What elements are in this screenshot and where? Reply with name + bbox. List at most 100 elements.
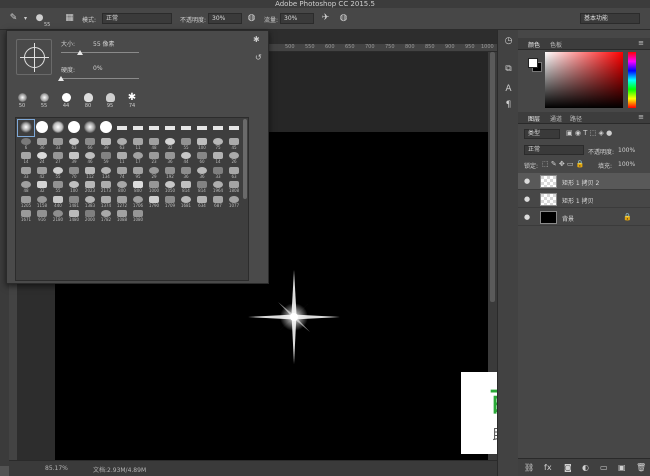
brush-tip-glyph [117, 137, 127, 145]
panel-menu-icon[interactable]: ≡ [638, 39, 644, 47]
brush-tip-glyph [21, 181, 31, 188]
recent-brush[interactable]: 44 [59, 93, 73, 109]
recent-brush[interactable]: 80 [81, 93, 95, 109]
brush-preset[interactable]: 2180 [50, 207, 66, 223]
brush-tip-glyph [181, 137, 191, 145]
recent-brush[interactable]: 95 [103, 93, 117, 109]
history-icon[interactable]: ◷ [503, 36, 514, 47]
tab-swatches[interactable]: 色板 [550, 40, 562, 49]
brush-size-number: 1709 [164, 202, 176, 208]
brush-preset[interactable]: 1709 [162, 193, 178, 209]
layer-row[interactable]: ● 矩形 1 拷贝 [518, 191, 650, 208]
ruler-mark: 600 [325, 44, 335, 50]
tab-channels[interactable]: 通道 [550, 114, 562, 123]
brush-tip-preview[interactable] [16, 39, 52, 75]
new-group-icon[interactable]: ▭ [600, 463, 608, 472]
airbrush-icon[interactable]: ✈ [320, 13, 331, 24]
ruler-mark: 950 [465, 44, 475, 50]
recent-brush[interactable]: 50 [15, 93, 29, 109]
brush-tool-icon[interactable]: ✎ [8, 13, 19, 24]
brush-preset[interactable]: 2000 [82, 207, 98, 223]
blend-mode-select[interactable]: 正常 [524, 145, 584, 155]
brush-tip-glyph [101, 166, 111, 174]
brush-size-number: 1782 [100, 217, 112, 222]
size-slider-knob[interactable] [77, 50, 83, 55]
brush-preset[interactable]: 634 [194, 193, 210, 209]
zoom-level[interactable]: 85.17% [45, 465, 68, 472]
brush-tip-glyph [84, 121, 96, 133]
brush-preset[interactable]: 1077 [226, 193, 242, 209]
brush-preset[interactable]: 687 [210, 193, 226, 209]
color-spectrum[interactable] [545, 52, 623, 108]
recent-brush[interactable]: 55 [37, 93, 51, 109]
visibility-eye-icon[interactable]: ● [524, 213, 530, 221]
layer-name[interactable]: 矩形 1 拷贝 [562, 196, 594, 205]
brush-preset[interactable]: 1088 [114, 207, 130, 223]
chevron-down-icon[interactable]: ▾ [20, 13, 31, 24]
workspace-select[interactable]: 基本功能 [580, 13, 640, 24]
lock-label: 锁定: [524, 163, 539, 170]
layer-row[interactable]: ● 矩形 1 拷贝 2 [518, 173, 650, 190]
adjustment-layer-icon[interactable]: ◐ [582, 463, 589, 472]
layer-name[interactable]: 背景 [562, 214, 574, 223]
brush-preset[interactable]: 1671 [18, 207, 34, 223]
opacity-label: 不透明度: [180, 17, 207, 24]
layer-filter-select[interactable]: 类型 [524, 129, 560, 139]
pressure-opacity-icon[interactable]: ◍ [246, 13, 257, 24]
opacity-input[interactable]: 30% [208, 13, 242, 24]
brush-tip-glyph [213, 152, 223, 159]
brush-preset[interactable]: 916 [34, 207, 50, 223]
brush-tip-glyph [69, 210, 79, 217]
reset-size-icon[interactable]: ↺ [255, 53, 262, 62]
brush-preset[interactable]: 1790 [146, 193, 162, 209]
brush-tip-glyph [37, 195, 47, 203]
visibility-eye-icon[interactable]: ● [524, 195, 530, 203]
hue-slider[interactable] [628, 52, 636, 108]
brush-preset[interactable]: 1782 [98, 207, 114, 223]
properties-icon[interactable]: ⧉ [503, 64, 514, 75]
tab-paths[interactable]: 路径 [570, 114, 582, 123]
hardness-slider-track[interactable] [61, 78, 139, 79]
delete-layer-icon[interactable]: 🗑 [636, 463, 646, 472]
mode-select[interactable]: 正常 [102, 13, 172, 24]
tab-layers[interactable]: 图层 [528, 114, 540, 123]
tab-color[interactable]: 颜色 [528, 40, 540, 49]
layer-name[interactable]: 矩形 1 拷贝 2 [562, 178, 599, 187]
recent-brush[interactable]: ✱ 74 [125, 93, 139, 110]
hardness-slider-knob[interactable] [58, 76, 64, 81]
link-layers-icon[interactable]: ⛓ [524, 463, 534, 472]
lock-icons[interactable]: ⬚ ✎ ✥ ▭ 🔒 [542, 160, 585, 168]
layer-row[interactable]: ● 背景 🔒 [518, 209, 650, 226]
foreground-color-swatch[interactable] [528, 58, 538, 68]
lock-icon: 🔒 [623, 213, 632, 221]
brush-tip-glyph [101, 181, 111, 188]
new-layer-icon[interactable]: ▣ [618, 463, 626, 472]
brush-tip-glyph [197, 195, 207, 203]
pressure-size-icon[interactable]: ◍ [338, 13, 349, 24]
layer-opacity-value[interactable]: 100% [618, 147, 635, 154]
fx-icon[interactable]: fx [544, 463, 552, 472]
layer-filter-icons[interactable]: ▣ ◉ T ⬚ ◈ ● [566, 129, 612, 137]
scrollbar-thumb[interactable] [490, 52, 495, 302]
brush-preset[interactable]: 1480 [66, 207, 82, 223]
brush-tip-glyph [181, 195, 191, 203]
fill-value[interactable]: 100% [618, 161, 635, 168]
brush-tip-glyph [37, 152, 47, 159]
paragraph-icon[interactable]: ¶ [503, 100, 514, 111]
brush-size-number: 1480 [68, 217, 80, 222]
preset-scrollbar[interactable] [243, 119, 247, 199]
brush-tip-glyph [69, 137, 79, 145]
panel-menu-icon[interactable]: ≡ [638, 113, 644, 121]
brush-preset[interactable]: 1080 [130, 207, 146, 223]
flow-input[interactable]: 30% [280, 13, 314, 24]
visibility-eye-icon[interactable]: ● [524, 177, 530, 185]
crosshair-v [34, 43, 35, 72]
brush-preset[interactable]: 1681 [178, 193, 194, 209]
add-mask-icon[interactable]: ◙ [564, 463, 572, 472]
character-icon[interactable]: A [503, 84, 514, 95]
gear-icon[interactable]: ✱ [253, 35, 260, 44]
brush-tip-glyph [133, 210, 143, 217]
brush-tip-glyph [52, 121, 64, 133]
size-slider-track[interactable] [61, 52, 139, 53]
brush-panel-toggle-icon[interactable]: ▦ [64, 13, 75, 24]
